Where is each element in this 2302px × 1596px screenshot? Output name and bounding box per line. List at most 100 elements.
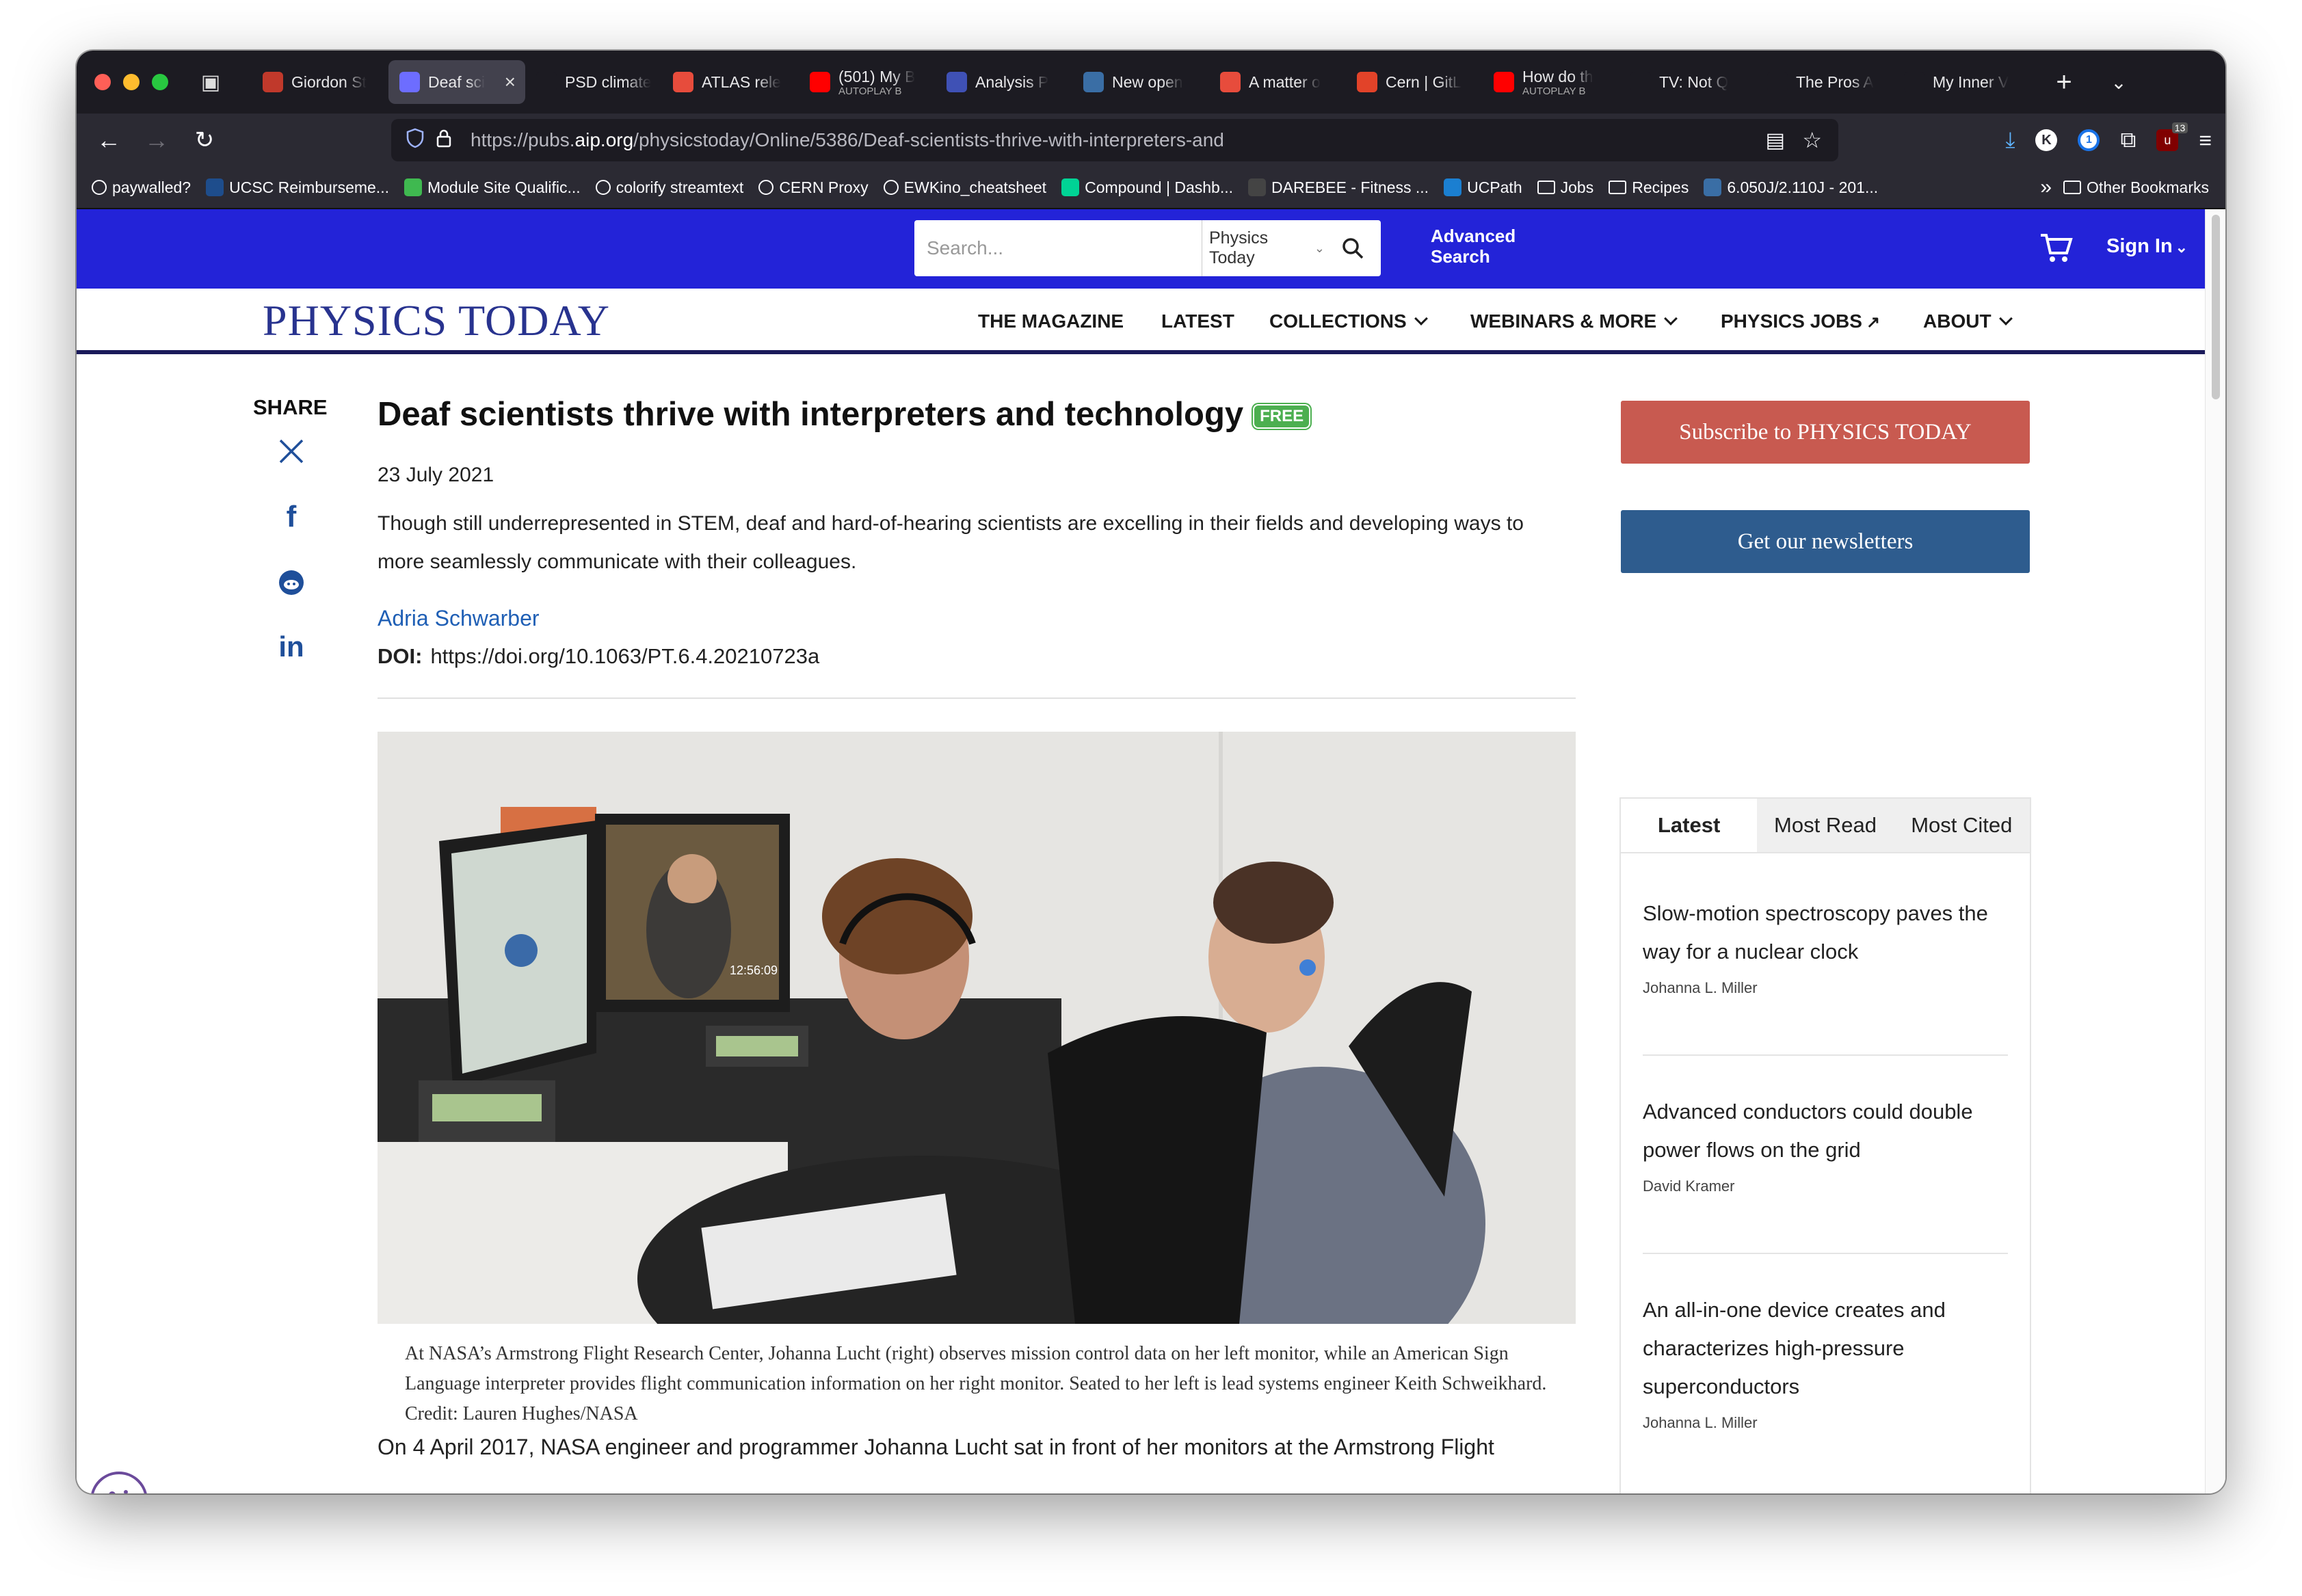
nav-collections[interactable]: COLLECTIONS [1269,310,1428,332]
browser-tab[interactable]: ATLAS rele [662,60,799,104]
widget-article-item[interactable]: An all-in-one device creates and charact… [1643,1291,2008,1432]
downloads-icon[interactable]: ⤓ [2005,127,2015,153]
bookmark-item[interactable]: Module Site Qualific... [403,178,581,197]
browser-tab[interactable]: Deaf sci × [388,60,525,104]
bookmark-item[interactable]: Jobs [1537,178,1593,197]
tab-title: (501) My B [838,67,916,85]
article-photo[interactable]: 12:56:09 [378,732,1576,1324]
other-bookmarks-label: Other Bookmarks [2087,178,2209,196]
bookmark-item[interactable]: paywalled? [92,178,191,197]
1password-extension-icon[interactable]: 1 [2078,129,2100,151]
ublock-extension-icon[interactable]: u 13 [2156,122,2188,151]
nav-about[interactable]: ABOUT [1923,310,2013,332]
tab-title: New open [1112,72,1183,91]
f-icon [1630,72,1651,92]
bookmark-item[interactable]: colorify streamtext [595,178,743,197]
minimize-window-button[interactable] [123,74,140,90]
analysis-icon [947,72,967,92]
address-bar[interactable]: https://pubs.aip.org/physicstoday/Online… [391,119,1838,161]
bookmark-star-icon[interactable]: ☆ [1802,127,1822,153]
zoom-window-button[interactable] [152,74,168,90]
site-utility-bar: Search... Physics Today ⌄ Advanced Search … [77,209,2205,289]
scrollbar-thumb[interactable] [2212,215,2220,399]
bookmark-item[interactable]: 6.050J/2.110J - 201... [1704,178,1878,197]
nav-the-magazine[interactable]: THE MAGAZINE [978,310,1124,332]
physics-today-logo[interactable]: PHYSICS TODAY [263,295,610,346]
new-tab-button[interactable]: + [2043,67,2085,98]
main-navigation: PHYSICS TODAY THE MAGAZINE LATEST COLLEC… [77,289,2205,354]
app-menu-icon[interactable]: ≡ [2199,128,2212,153]
bookmarks-overflow-icon[interactable]: » [2040,176,2052,199]
browser-tab[interactable]: A matter o [1209,60,1346,104]
browser-tab[interactable]: New open [1072,60,1209,104]
site-search-input[interactable]: Search... [914,220,1202,276]
sign-in-menu[interactable]: Sign In ⌄ [2106,235,2188,258]
forward-button[interactable]: → [133,126,181,155]
bookmark-item[interactable]: EWKino_cheatsheet [883,178,1046,197]
cheatsheet-icon [883,180,899,195]
browser-tab[interactable]: How do th AUTOPLAY B [1483,60,1619,104]
subscribe-button[interactable]: Subscribe to PHYSICS TODAY [1621,401,2030,464]
nav-webinars-more[interactable]: WEBINARS & MORE [1470,310,1678,332]
bookmark-item[interactable]: UCSC Reimburseme... [206,178,389,197]
bookmark-label: DAREBEE - Fitness ... [1271,178,1429,196]
page-scrollbar[interactable] [2205,209,2225,1493]
external-link-icon: ↗ [1866,313,1881,332]
newsletters-button[interactable]: Get our newsletters [1621,510,2030,573]
back-button[interactable]: ← [85,126,133,155]
browser-tab[interactable]: My Inner V [1893,60,2030,104]
linkedin-share-icon[interactable]: in [272,628,310,666]
other-bookmarks-folder[interactable]: Other Bookmarks [2063,178,2209,197]
reload-button[interactable]: ↻ [181,127,228,154]
bookmark-item[interactable]: Recipes [1609,178,1689,197]
tab-list-chevron-icon[interactable]: ⌄ [2098,71,2139,94]
advanced-search-link[interactable]: Advanced Search [1431,226,1516,267]
browser-tab[interactable]: Cern | GitL [1346,60,1483,104]
widget-article-title[interactable]: Advanced conductors could double power f… [1643,1093,2008,1169]
blank-favicon-icon [536,72,557,92]
reader-view-icon[interactable]: ▤ [1766,129,1785,152]
close-window-button[interactable] [94,74,111,90]
author-link[interactable]: Adria Schwarber [378,606,540,631]
compound-icon [1061,178,1080,196]
cart-icon[interactable] [2039,232,2074,267]
tab-most-read[interactable]: Most Read [1757,799,1893,852]
doi-link[interactable]: https://doi.org/10.1063/PT.6.4.20210723a [430,644,819,668]
widget-article-item[interactable]: Slow-motion spectroscopy paves the way f… [1643,894,2008,997]
close-tab-icon[interactable]: × [505,71,516,93]
widget-article-item[interactable]: Advanced conductors could double power f… [1643,1093,2008,1195]
search-scope-select[interactable]: Physics Today ⌄ [1202,220,1325,276]
bookmark-item[interactable]: DAREBEE - Fitness ... [1248,178,1429,197]
lock-icon[interactable] [436,129,451,152]
browser-tab[interactable]: PSD climate gr [525,60,662,104]
extensions-puzzle-icon[interactable]: ⧉ [2120,127,2136,153]
widget-article-title[interactable]: An all-in-one device creates and charact… [1643,1291,2008,1406]
tab-title: Analysis P [975,72,1049,91]
bookmark-label: 6.050J/2.110J - 201... [1727,178,1879,196]
browser-tab[interactable]: Giordon St [252,60,388,104]
tab-latest[interactable]: Latest [1621,799,1758,852]
chevron-down-icon: ⌄ [2175,239,2188,256]
search-button[interactable] [1325,220,1381,276]
reddit-share-icon[interactable] [272,563,310,602]
kagi-extension-icon[interactable]: K [2035,129,2058,151]
browser-tab[interactable]: (501) My B AUTOPLAY B [799,60,936,104]
bookmark-item[interactable]: Compound | Dashb... [1061,178,1233,197]
browser-tab[interactable]: Analysis P [936,60,1072,104]
ublock-badge: 13 [2171,122,2188,133]
nav-label: LATEST [1161,310,1234,332]
nav-latest[interactable]: LATEST [1161,310,1234,332]
bookmark-item[interactable]: UCPath [1444,178,1522,197]
tab-overview-icon[interactable]: ▣ [190,70,231,94]
bookmark-item[interactable]: CERN Proxy [758,178,869,197]
facebook-share-icon[interactable]: f [272,498,310,536]
x-twitter-share-icon[interactable] [272,432,310,470]
nav-physics-jobs[interactable]: PHYSICS JOBS ↗ [1721,310,1880,332]
tab-most-cited[interactable]: Most Cited [1894,799,2030,852]
browser-tab[interactable]: The Pros A [1756,60,1893,104]
widget-article-title[interactable]: Slow-motion spectroscopy paves the way f… [1643,894,2008,971]
url-text[interactable]: https://pubs.aip.org/physicstoday/Online… [471,129,1224,151]
tracking-protection-shield-icon[interactable] [406,128,424,153]
browser-tab[interactable]: TV: Not Q [1619,60,1756,104]
cookie-settings-icon[interactable] [90,1472,148,1493]
